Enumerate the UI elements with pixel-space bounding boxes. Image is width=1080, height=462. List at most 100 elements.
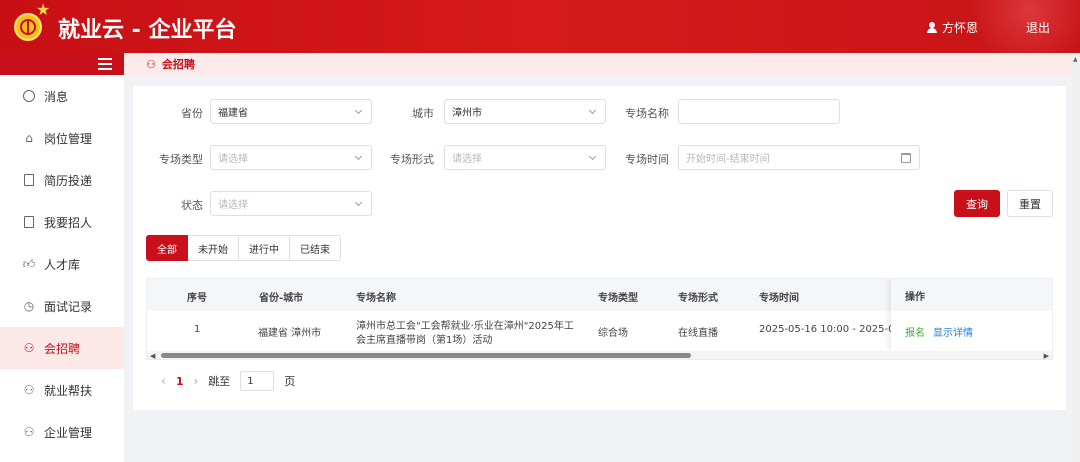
sidebar: 消息 ⌂ 岗位管理 简历投递 我要招人 👍︎ 人才库 ◷ 面试记录 ⚇ 会招聘 … [0, 53, 124, 462]
table-horizontal-scrollbar[interactable]: ◀ ▶ [147, 351, 1052, 359]
thumbs-up-icon: 👍︎ [22, 256, 36, 271]
province-label: 省份 [181, 107, 203, 120]
scroll-up-icon[interactable]: ▲ [1073, 56, 1078, 63]
session-form-label: 专场形式 [390, 153, 434, 166]
sidebar-item-jobs[interactable]: ⌂ 岗位管理 [0, 117, 124, 159]
show-details-link[interactable]: 显示详情 [933, 324, 973, 339]
signup-link[interactable]: 报名 [905, 324, 925, 339]
chevron-down-icon [588, 106, 597, 115]
session-form-placeholder: 请选择 [452, 154, 482, 165]
page-jump-input[interactable]: 1 [240, 371, 275, 391]
sidebar-item-recruit[interactable]: 我要招人 [0, 201, 124, 243]
people-icon: ⚇ [23, 383, 35, 397]
scroll-left-icon[interactable]: ◀ [150, 352, 155, 359]
sidebar-item-company[interactable]: ⚇ 企业管理 [0, 411, 124, 453]
province-value: 福建省 [218, 108, 248, 119]
chevron-down-icon [354, 198, 363, 207]
user-name: 方怀恩 [941, 21, 978, 35]
next-page-icon[interactable]: › [193, 374, 198, 388]
session-type-select[interactable]: 请选择 [210, 145, 372, 170]
column-header-actions: 操作 [891, 279, 1052, 311]
top-header: ★ 就业云 - 企业平台 方怀恩 退出 [0, 0, 1080, 53]
home-icon: ⌂ [25, 131, 33, 145]
tab-not-started[interactable]: 未开始 [188, 235, 239, 261]
city-select[interactable]: 漳州市 [444, 99, 606, 124]
message-icon [22, 89, 36, 103]
job-fair-table: 序号 省份-城市 专场名称 专场类型 专场形式 专场时间 1 福建省 漳州市 漳… [146, 278, 1053, 360]
cell-type: 综合场 [598, 328, 628, 339]
sidebar-item-label: 面试记录 [44, 299, 93, 314]
clock-icon: ◷ [23, 299, 35, 313]
pagination: ‹ 1 › 跳至 1 页 [161, 371, 295, 391]
sidebar-item-label: 人才库 [44, 257, 81, 272]
session-form-select[interactable]: 请选择 [444, 145, 606, 170]
session-type-placeholder: 请选择 [218, 154, 248, 165]
sidebar-toggle-bar [0, 53, 124, 75]
app-title: 就业云 - 企业平台 [58, 18, 237, 43]
document-icon [22, 173, 36, 187]
tab-in-progress[interactable]: 进行中 [239, 235, 290, 261]
header-decoration [880, 0, 1080, 53]
sidebar-item-label: 简历投递 [44, 173, 93, 188]
sidebar-item-label: 消息 [44, 89, 69, 104]
sidebar-item-label: 岗位管理 [44, 131, 93, 146]
sidebar-item-talent-pool[interactable]: 👍︎ 人才库 [0, 243, 124, 285]
query-button[interactable]: 查询 [954, 190, 1000, 217]
people-icon: ⚇ [146, 57, 156, 71]
user-menu[interactable]: 方怀恩 [926, 19, 978, 36]
current-page[interactable]: 1 [176, 375, 184, 388]
sidebar-item-messages[interactable]: 消息 [0, 75, 124, 117]
session-time-placeholder: 开始时间-结束时间 [686, 154, 770, 165]
province-select[interactable]: 福建省 [210, 99, 372, 124]
column-header-region: 省份-城市 [259, 293, 304, 304]
logout-button[interactable]: 退出 [1026, 19, 1050, 36]
sidebar-item-interviews[interactable]: ◷ 面试记录 [0, 285, 124, 327]
chevron-down-icon [588, 152, 597, 161]
breadcrumb: ⚇ 会招聘 [124, 53, 1080, 75]
page-suffix: 页 [284, 375, 296, 388]
scroll-thumb[interactable] [161, 353, 691, 358]
city-value: 漳州市 [452, 108, 482, 119]
cell-name-line2: 会主席直播带岗（第1场）活动 [356, 335, 493, 346]
jump-label: 跳至 [208, 375, 231, 388]
user-icon [926, 22, 937, 33]
session-name-input[interactable] [678, 99, 840, 124]
status-tabs: 全部 未开始 进行中 已结束 [146, 235, 341, 261]
people-icon: ⚇ [23, 341, 35, 355]
column-header-name: 专场名称 [356, 293, 396, 304]
session-name-label: 专场名称 [625, 107, 669, 120]
column-header-form: 专场形式 [678, 293, 718, 304]
scroll-right-icon[interactable]: ▶ [1044, 352, 1049, 359]
column-header-index: 序号 [187, 293, 207, 304]
cell-form: 在线直播 [678, 328, 718, 339]
star-icon: ★ [36, 0, 51, 19]
sidebar-item-job-fair[interactable]: ⚇ 会招聘 [0, 327, 124, 369]
status-placeholder: 请选择 [218, 200, 248, 211]
chevron-down-icon [354, 106, 363, 115]
column-header-type: 专场类型 [598, 293, 638, 304]
sidebar-item-employment-help[interactable]: ⚇ 就业帮扶 [0, 369, 124, 411]
sidebar-item-label: 企业管理 [44, 425, 93, 440]
tab-all[interactable]: 全部 [146, 235, 188, 261]
sidebar-item-label: 就业帮扶 [44, 383, 93, 398]
session-time-range-picker[interactable]: 开始时间-结束时间 [678, 145, 920, 170]
cell-region: 福建省 漳州市 [258, 328, 322, 339]
breadcrumb-label: 会招聘 [161, 58, 195, 71]
main-card: 省份 福建省 城市 漳州市 专场名称 专场类型 请选择 专场形式 请选择 专场时… [133, 86, 1066, 410]
status-select[interactable]: 请选择 [210, 191, 372, 216]
status-label: 状态 [181, 199, 203, 212]
sidebar-item-label: 会招聘 [44, 341, 81, 356]
operations-column: 操作 报名 显示详情 [891, 279, 1052, 351]
prev-page-icon[interactable]: ‹ [161, 374, 166, 388]
column-header-time: 专场时间 [759, 293, 799, 304]
cell-index: 1 [194, 324, 201, 335]
hamburger-menu-icon[interactable] [98, 58, 112, 70]
calendar-icon [901, 153, 911, 163]
page-vertical-scrollbar[interactable]: ▲ [1072, 53, 1080, 462]
tab-ended[interactable]: 已结束 [290, 235, 341, 261]
city-label: 城市 [412, 107, 434, 120]
sidebar-item-resumes[interactable]: 简历投递 [0, 159, 124, 201]
document-icon [22, 215, 36, 229]
chevron-down-icon [354, 152, 363, 161]
reset-button[interactable]: 重置 [1007, 190, 1053, 217]
